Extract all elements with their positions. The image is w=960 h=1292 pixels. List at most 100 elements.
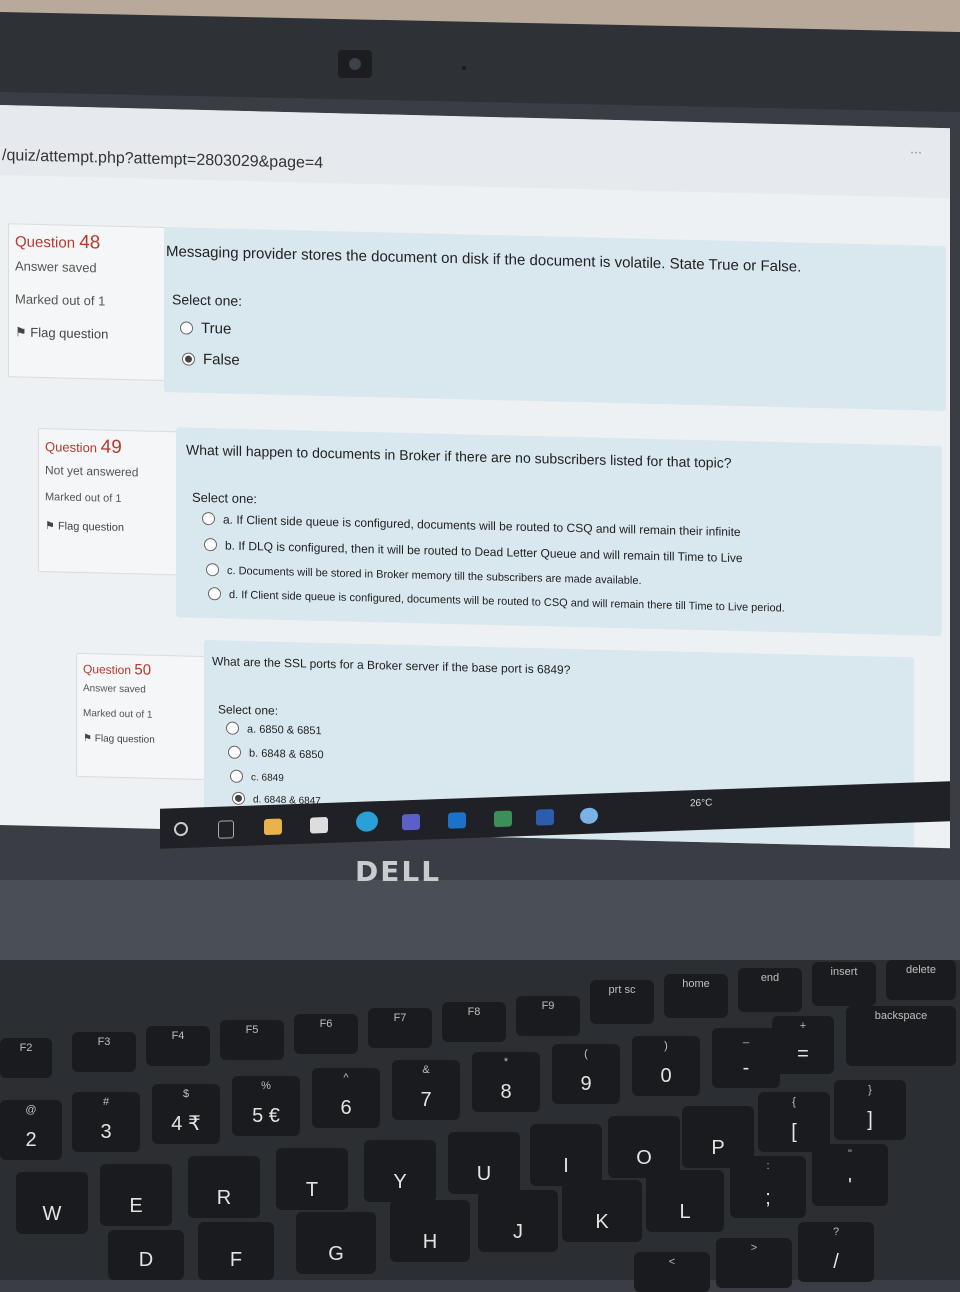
radio-button[interactable] xyxy=(180,320,193,335)
key-minus[interactable]: _ - xyxy=(712,1028,780,1088)
flag-question-button[interactable]: ⚑ Flag question xyxy=(83,733,199,747)
key-i[interactable]: I xyxy=(530,1124,602,1186)
key-6[interactable]: ^ 6 xyxy=(312,1068,380,1128)
key-f8[interactable]: F8 xyxy=(442,1002,506,1042)
key-left-bracket[interactable]: {[ xyxy=(758,1092,830,1152)
key-backspace[interactable]: backspace xyxy=(846,1006,956,1066)
key-end[interactable]: end xyxy=(738,968,802,1012)
flag-icon: ⚑ xyxy=(15,324,27,340)
task-view-icon[interactable] xyxy=(218,820,234,839)
answer-option[interactable]: a. If Client side queue is configured, d… xyxy=(202,512,741,539)
edge-browser-icon[interactable] xyxy=(356,811,378,832)
question-text: What are the SSL ports for a Broker serv… xyxy=(212,654,571,677)
key-5[interactable]: % 5 € xyxy=(232,1076,300,1136)
webcam-icon xyxy=(338,50,372,78)
key-7[interactable]: & 7 xyxy=(392,1060,460,1120)
answer-option[interactable]: b. 6848 & 6850 xyxy=(228,745,324,762)
key-8[interactable]: * 8 xyxy=(472,1052,540,1112)
app-icon[interactable] xyxy=(580,807,598,825)
key-f4[interactable]: F4 xyxy=(146,1026,210,1066)
key-f2[interactable]: F2 xyxy=(0,1038,52,1078)
question-info-50: Question 50 Answer saved Marked out of 1… xyxy=(76,652,206,781)
radio-button[interactable] xyxy=(226,721,239,735)
radio-button[interactable] xyxy=(206,563,219,577)
answer-option[interactable]: c. 6849 xyxy=(230,769,284,785)
key-f[interactable]: F xyxy=(198,1222,274,1280)
key-l[interactable]: L xyxy=(646,1170,724,1232)
flag-question-button[interactable]: ⚑ Flag question xyxy=(15,324,160,344)
radio-button[interactable] xyxy=(228,745,241,759)
key-9[interactable]: (9 xyxy=(552,1044,620,1104)
browser-menu-icon[interactable]: ⋯ xyxy=(910,145,950,170)
file-explorer-icon[interactable] xyxy=(264,818,282,836)
dell-logo: DELL xyxy=(355,855,442,888)
answer-option[interactable]: True xyxy=(180,319,231,338)
radio-button-selected[interactable] xyxy=(232,791,245,805)
key-slash[interactable]: ? / xyxy=(798,1222,874,1282)
teams-icon[interactable] xyxy=(402,813,420,831)
question-info-48: Question 48 Answer saved Marked out of 1… xyxy=(8,223,167,382)
key-0[interactable]: ) 0 xyxy=(632,1036,700,1096)
select-one-label: Select one: xyxy=(218,702,279,718)
radio-button[interactable] xyxy=(230,769,243,783)
key-t[interactable]: T xyxy=(276,1148,348,1210)
answer-option[interactable]: b. If DLQ is configured, then it will be… xyxy=(204,538,743,565)
word-icon[interactable] xyxy=(536,809,554,826)
key-e[interactable]: E xyxy=(100,1164,172,1226)
answer-option[interactable]: False xyxy=(182,350,240,369)
question-status: Answer saved xyxy=(83,683,146,696)
weather-widget[interactable]: 26°C xyxy=(690,798,712,810)
url-text[interactable]: /quiz/attempt.php?attempt=2803029&page=4 xyxy=(2,147,323,173)
question-text: What will happen to documents in Broker … xyxy=(186,441,732,471)
flag-question-button[interactable]: ⚑ Flag question xyxy=(45,519,173,535)
key-y[interactable]: Y xyxy=(364,1140,436,1202)
key-w[interactable]: W xyxy=(16,1172,88,1234)
key-delete[interactable]: delete xyxy=(886,960,956,1000)
question-content-48: Messaging provider stores the document o… xyxy=(164,227,946,412)
select-one-label: Select one: xyxy=(192,489,258,507)
answer-option[interactable]: c. Documents will be stored in Broker me… xyxy=(206,563,642,588)
key-r[interactable]: R xyxy=(188,1156,260,1218)
key-insert[interactable]: insert xyxy=(812,962,876,1006)
key-equals[interactable]: + = xyxy=(772,1016,834,1074)
key-greater-than[interactable]: > xyxy=(716,1238,792,1288)
radio-button[interactable] xyxy=(208,587,221,601)
answer-option[interactable]: d. If Client side queue is configured, d… xyxy=(208,587,785,615)
radio-button-selected[interactable] xyxy=(182,351,195,366)
key-f9[interactable]: F9 xyxy=(516,996,580,1036)
app-icon[interactable] xyxy=(494,810,512,828)
key-f3[interactable]: F3 xyxy=(72,1032,136,1072)
browser-address-bar[interactable]: /quiz/attempt.php?attempt=2803029&page=4… xyxy=(0,105,950,199)
store-icon[interactable] xyxy=(310,816,328,834)
key-quote[interactable]: " ' xyxy=(812,1144,888,1206)
select-one-label: Select one: xyxy=(172,291,243,309)
flag-icon: ⚑ xyxy=(83,733,92,745)
key-2[interactable]: @2 xyxy=(0,1100,62,1160)
radio-button[interactable] xyxy=(202,512,215,526)
key-d[interactable]: D xyxy=(108,1230,184,1280)
key-right-bracket[interactable]: }] xyxy=(834,1080,906,1140)
flag-icon: ⚑ xyxy=(45,520,55,533)
key-o[interactable]: O xyxy=(608,1116,680,1178)
key-f7[interactable]: F7 xyxy=(368,1008,432,1048)
radio-button[interactable] xyxy=(204,538,217,552)
key-less-than[interactable]: < xyxy=(634,1252,710,1292)
key-4[interactable]: $4 ₹ xyxy=(152,1084,220,1144)
key-3[interactable]: #3 xyxy=(72,1092,140,1152)
outlook-icon[interactable] xyxy=(448,812,466,829)
key-g[interactable]: G xyxy=(296,1212,376,1274)
question-content-49: What will happen to documents in Broker … xyxy=(176,427,942,637)
key-u[interactable]: U xyxy=(448,1132,520,1194)
key-j[interactable]: J xyxy=(478,1190,558,1252)
answer-option[interactable]: a. 6850 & 6851 xyxy=(226,721,322,738)
key-semicolon[interactable]: :; xyxy=(730,1156,806,1218)
key-home[interactable]: home xyxy=(664,974,728,1018)
key-k[interactable]: K xyxy=(562,1180,642,1242)
key-f5[interactable]: F5 xyxy=(220,1020,284,1060)
key-f6[interactable]: F6 xyxy=(294,1014,358,1054)
search-icon[interactable] xyxy=(174,821,188,837)
question-label: Question 49 xyxy=(45,436,122,458)
keyboard: F2 F3 F4 F5 F6 F7 F8 F9 prt sc home end … xyxy=(0,960,960,1292)
key-prtsc[interactable]: prt sc xyxy=(590,980,654,1024)
key-h[interactable]: H xyxy=(390,1200,470,1262)
